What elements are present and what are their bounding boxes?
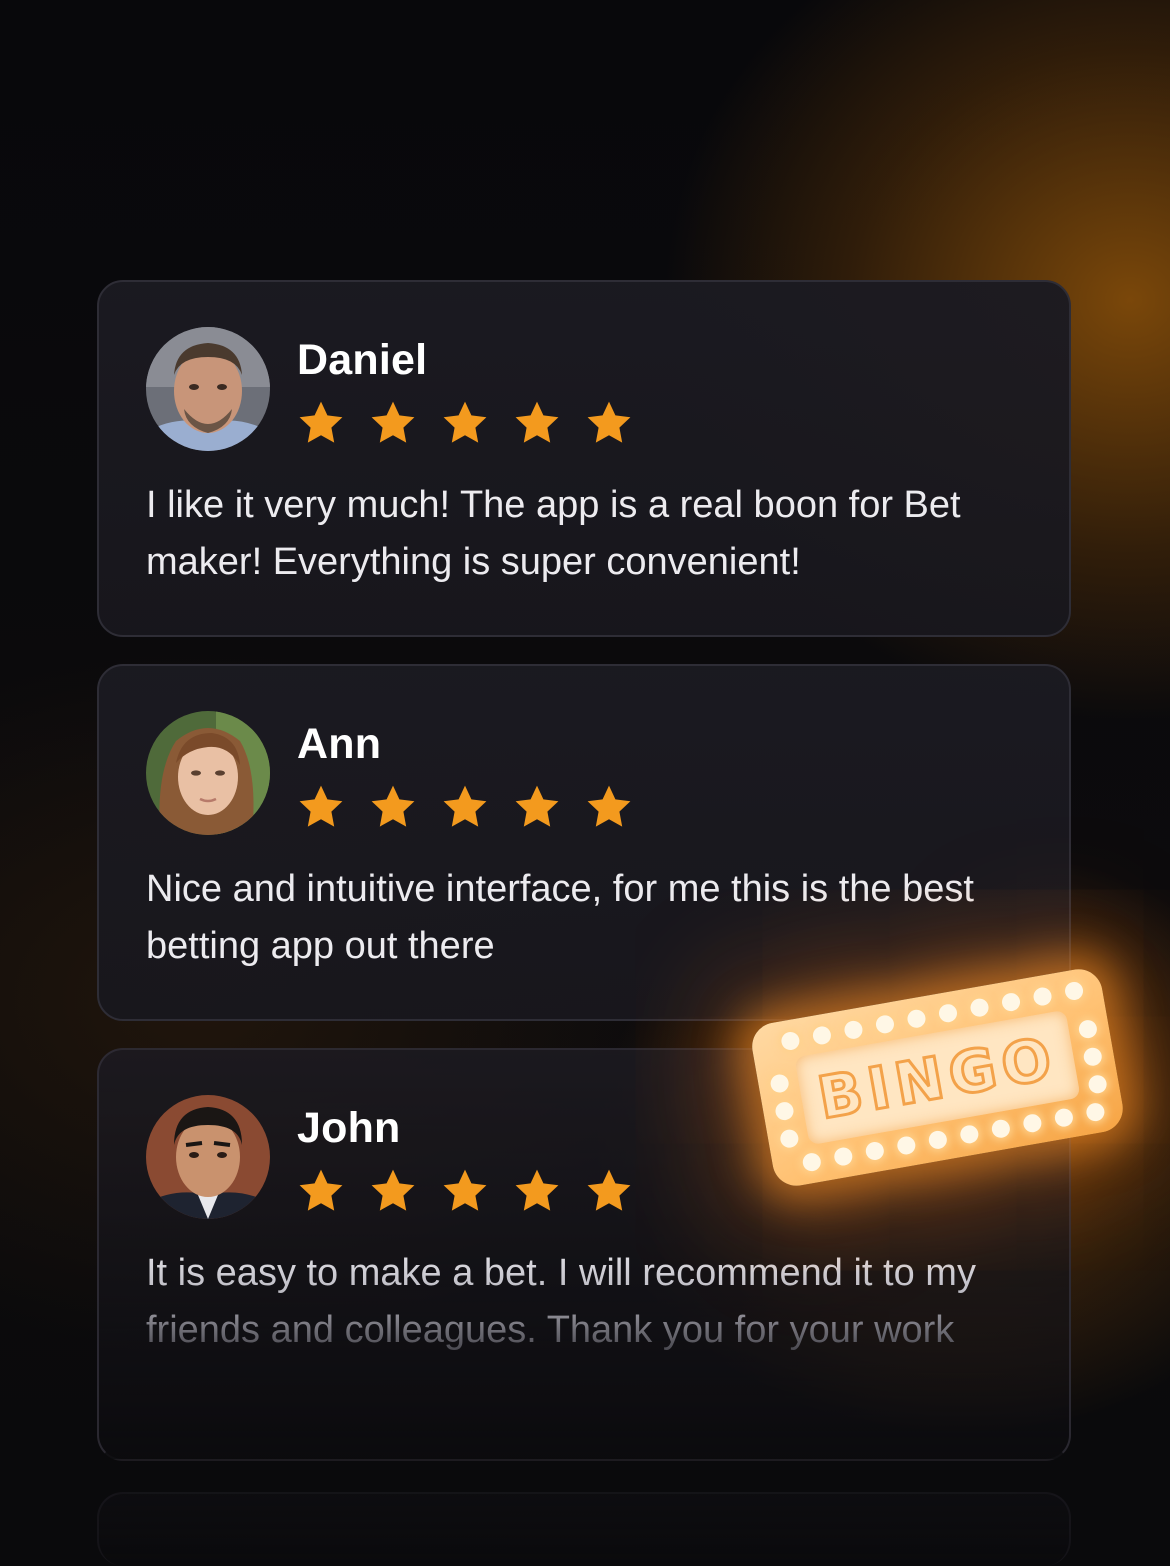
rating-stars (297, 400, 633, 446)
star-icon (299, 1169, 343, 1211)
star-icon (371, 785, 415, 827)
star-icon (299, 401, 343, 443)
star-icon (371, 401, 415, 443)
light-bulb-icon (874, 1013, 896, 1035)
light-bulb-icon (769, 1073, 791, 1094)
review-text: Nice and intuitive interface, for me thi… (146, 868, 974, 967)
light-bulb-icon (958, 1123, 980, 1145)
avatar (146, 711, 270, 835)
light-bulb-icon (895, 1135, 917, 1156)
avatar (146, 327, 270, 451)
light-bulb-icon (864, 1140, 886, 1162)
star-icon (443, 1169, 487, 1211)
light-bulb-icon (779, 1030, 801, 1052)
review-card-placeholder (97, 1492, 1071, 1566)
light-bulb-icon (990, 1118, 1012, 1140)
star-icon (515, 1169, 559, 1211)
rating-stars (297, 1168, 633, 1214)
light-bulb-icon (937, 1002, 959, 1024)
light-bulb-icon (906, 1008, 927, 1030)
star-icon (587, 1169, 631, 1211)
star-icon (443, 401, 487, 443)
review-card: Ann Nice and intuitive interface, for me… (97, 664, 1071, 1021)
avatar (146, 1095, 270, 1219)
light-bulb-icon (1077, 1018, 1099, 1040)
star-icon (515, 785, 559, 827)
reviewer-name: Ann (297, 720, 382, 768)
star-icon (299, 785, 343, 827)
light-bulb-icon (811, 1025, 833, 1046)
light-bulb-icon (1087, 1073, 1109, 1095)
rating-stars (297, 784, 633, 830)
star-icon (371, 1169, 415, 1211)
star-icon (443, 785, 487, 827)
light-bulb-icon (774, 1100, 795, 1122)
light-bulb-icon (1032, 986, 1053, 1007)
light-bulb-icon (1084, 1101, 1106, 1123)
star-icon (587, 785, 631, 827)
light-bulb-icon (778, 1128, 800, 1150)
light-bulb-icon (832, 1146, 854, 1167)
light-bulb-icon (843, 1019, 864, 1041)
star-icon (515, 401, 559, 443)
light-bulb-icon (969, 997, 990, 1019)
reviewer-name: Daniel (297, 336, 428, 384)
reviewer-name: John (297, 1104, 401, 1152)
light-bulb-icon (801, 1151, 823, 1173)
light-bulb-icon (927, 1129, 949, 1151)
light-bulb-icon (1063, 980, 1085, 1002)
star-icon (587, 401, 631, 443)
bingo-label: BINGO (811, 1022, 1063, 1134)
light-bulb-icon (1000, 991, 1022, 1013)
light-bulb-icon (1082, 1046, 1104, 1068)
light-bulb-icon (1053, 1107, 1075, 1129)
review-text: It is easy to make a bet. I will recomme… (146, 1245, 1026, 1359)
review-text: I like it very much! The app is a real b… (146, 484, 961, 583)
review-card: Daniel I like it very much! The app is a… (97, 280, 1071, 637)
light-bulb-icon (1021, 1112, 1043, 1134)
